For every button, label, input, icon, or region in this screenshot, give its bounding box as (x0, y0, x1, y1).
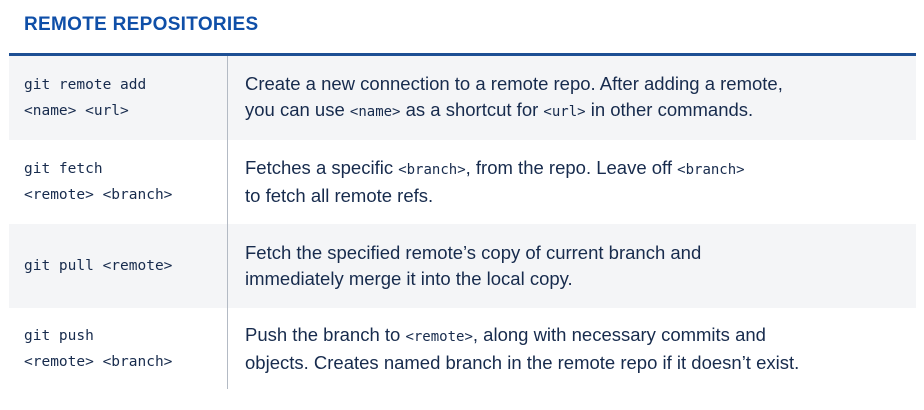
command-text: git pull <remote> (24, 253, 172, 279)
description-text-segment: Push the branch to (245, 323, 406, 345)
description-text: Create a new connection to a remote repo… (245, 71, 783, 125)
command-line: <name> <url> (24, 103, 129, 119)
section-title: REMOTE REPOSITORIES (24, 14, 259, 35)
table-row: git remote add <name> <url> Create a new … (9, 56, 916, 140)
command-line: <remote> <branch> (24, 353, 173, 370)
cheat-sheet-page: REMOTE REPOSITORIES git remote add <name>… (0, 0, 924, 410)
inline-code: <url> (543, 104, 586, 120)
command-line: git fetch (24, 161, 103, 177)
description-text: Fetches a specific <branch>, from the re… (245, 155, 745, 209)
command-line: git pull <remote> (24, 258, 173, 274)
description-text-segment: , along with necessary commits and (472, 323, 766, 345)
command-line: <remote> <branch> (24, 187, 173, 203)
description-line: immediately merge it into the local copy… (245, 266, 701, 292)
description-cell: Push the branch to <remote>, along with … (228, 308, 916, 389)
command-cell: git remote add <name> <url> (9, 56, 228, 140)
description-text-segment: in other commands. (585, 99, 754, 120)
description-cell: Fetches a specific <branch>, from the re… (228, 140, 916, 224)
table-row: git pull <remote> Fetch the specified re… (9, 224, 916, 308)
description-text-segment: Create a new connection to a remote repo… (245, 73, 783, 94)
description-line: you can use <name> as a shortcut for <ur… (245, 97, 783, 125)
description-text-segment: Fetches a specific (245, 157, 399, 178)
command-text: git fetch <remote> <branch> (24, 156, 172, 208)
command-line: git remote add (24, 77, 147, 93)
description-text-segment: immediately merge it into the local copy… (245, 268, 573, 289)
description-cell: Fetch the specified remote’s copy of cur… (228, 224, 916, 308)
table-row: git fetch <remote> <branch> Fetches a spe… (9, 140, 916, 224)
command-cell: git fetch <remote> <branch> (9, 140, 228, 224)
description-line: objects. Creates named branch in the rem… (245, 350, 799, 376)
description-text-segment: you can use (245, 99, 350, 120)
command-text: git remote add <name> <url> (24, 72, 146, 124)
description-line: Create a new connection to a remote repo… (245, 71, 783, 97)
description-text-segment: to fetch all remote refs. (245, 185, 434, 206)
description-cell: Create a new connection to a remote repo… (228, 56, 916, 140)
command-cell: git push <remote> <branch> (9, 308, 228, 389)
description-line: to fetch all remote refs. (245, 183, 745, 209)
description-text-segment: Fetch the specified remote’s copy of cur… (245, 242, 702, 263)
command-text: git push <remote> <branch> (24, 323, 172, 375)
command-cell: git pull <remote> (9, 224, 228, 308)
description-text: Push the branch to <remote>, along with … (245, 322, 799, 376)
commands-table: git remote add <name> <url> Create a new … (9, 56, 916, 389)
inline-code: <remote> (405, 328, 473, 345)
description-text-segment: objects. Creates named branch in the rem… (245, 351, 800, 373)
description-text: Fetch the specified remote’s copy of cur… (245, 240, 701, 292)
description-line: Fetches a specific <branch>, from the re… (245, 155, 745, 183)
description-line: Fetch the specified remote’s copy of cur… (245, 240, 701, 266)
command-line: git push (24, 327, 94, 344)
inline-code: <branch> (677, 162, 745, 178)
inline-code: <name> (349, 104, 401, 120)
description-text-segment: , from the repo. Leave off (465, 157, 678, 178)
table-row: git push <remote> <branch> Push the branc… (9, 308, 916, 389)
description-line: Push the branch to <remote>, along with … (245, 322, 799, 350)
description-text-segment: as a shortcut for (400, 99, 544, 120)
inline-code: <branch> (398, 162, 466, 178)
